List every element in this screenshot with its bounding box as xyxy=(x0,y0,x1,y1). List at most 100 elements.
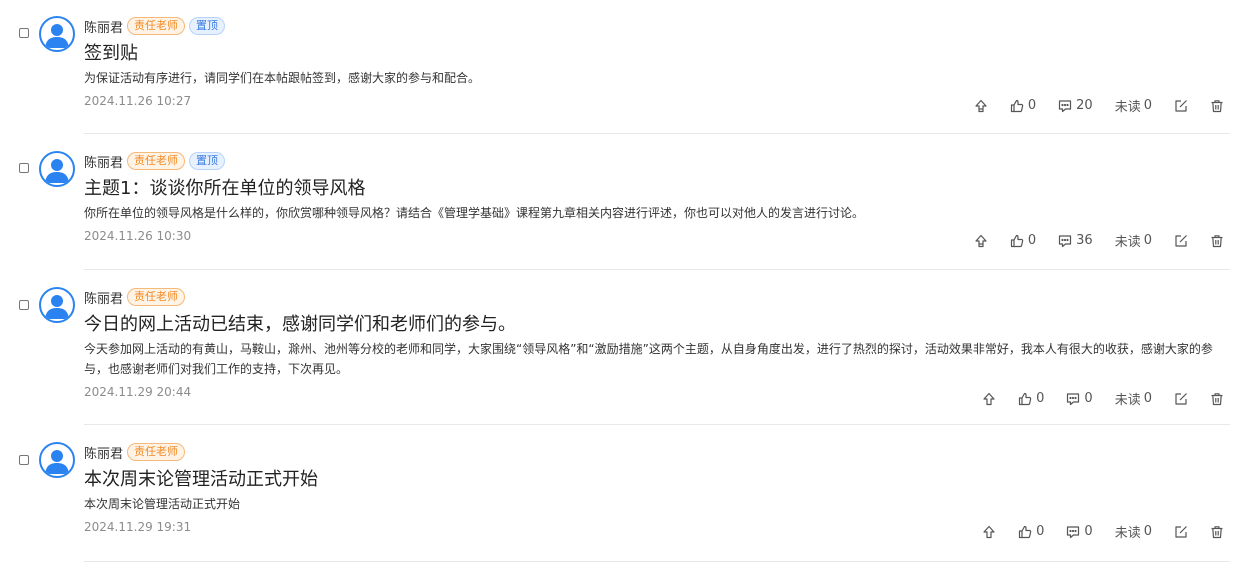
post-item: 陈丽君 责任老师 本次周末论管理活动正式开始 本次周末论管理活动正式开始 202… xyxy=(0,425,1242,562)
teacher-badge: 责任老师 xyxy=(127,288,186,306)
like-count: 0 xyxy=(1027,98,1037,113)
unread-label: 未读 xyxy=(1114,393,1141,408)
post-description: 今天参加网上活动的有黄山，马鞍山，滁州、池州等分校的老师和同学，大家围绕“领导风… xyxy=(84,342,1213,376)
post-list: 陈丽君 责任老师 置顶 签到贴 为保证活动有序进行，请同学们在本帖跟帖签到，感谢… xyxy=(0,0,1242,562)
user-avatar-icon xyxy=(45,159,69,183)
edit-icon xyxy=(1175,234,1187,247)
post-meta: 陈丽君 责任老师 置顶 xyxy=(84,16,1230,36)
like-button[interactable]: 0 xyxy=(1010,98,1036,113)
pin-button[interactable] xyxy=(982,392,996,406)
edit-icon xyxy=(1175,392,1187,405)
pin-top-icon xyxy=(975,99,987,112)
comment-icon xyxy=(1059,234,1072,247)
edit-icon xyxy=(1175,99,1187,112)
unread-label: 未读 xyxy=(1114,100,1141,115)
thumbs-up-icon xyxy=(1010,234,1024,247)
comment-icon xyxy=(1067,525,1080,538)
post-actions: 0 36 未读 0 xyxy=(952,231,1224,250)
pin-button[interactable] xyxy=(974,234,988,248)
thumbs-up-icon xyxy=(1019,392,1032,405)
edit-button[interactable] xyxy=(1174,99,1188,113)
like-count: 0 xyxy=(1027,233,1037,248)
delete-button[interactable] xyxy=(1210,234,1224,248)
post-title[interactable]: 本次周末论管理活动正式开始 xyxy=(84,468,1230,492)
comment-button[interactable]: 36 xyxy=(1058,233,1093,248)
unread-indicator[interactable]: 未读 0 xyxy=(1115,389,1152,408)
comment-count: 36 xyxy=(1076,233,1093,248)
unread-count: 0 xyxy=(1143,391,1152,406)
delete-button[interactable] xyxy=(1210,525,1224,539)
trash-icon xyxy=(1211,99,1223,112)
like-button[interactable]: 0 xyxy=(1018,391,1044,406)
user-avatar-icon xyxy=(45,24,69,48)
author-name[interactable]: 陈丽君 xyxy=(84,288,123,307)
post-description: 为保证活动有序进行，请同学们在本帖跟帖签到，感谢大家的参与和配合。 xyxy=(84,71,481,85)
unread-count: 0 xyxy=(1143,98,1152,113)
pin-button[interactable] xyxy=(982,525,996,539)
pin-top-icon xyxy=(983,525,995,538)
trash-icon xyxy=(1211,234,1223,247)
unread-label: 未读 xyxy=(1114,526,1141,541)
author-name[interactable]: 陈丽君 xyxy=(84,17,123,36)
select-checkbox[interactable] xyxy=(19,163,29,173)
delete-button[interactable] xyxy=(1210,99,1224,113)
unread-indicator[interactable]: 未读 0 xyxy=(1115,522,1152,541)
pin-top-icon xyxy=(983,392,995,405)
post-item: 陈丽君 责任老师 今日的网上活动已结束，感谢同学们和老师们的参与。 今天参加网上… xyxy=(0,270,1242,425)
like-button[interactable]: 0 xyxy=(1010,233,1036,248)
edit-button[interactable] xyxy=(1174,234,1188,248)
comment-button[interactable]: 20 xyxy=(1058,98,1093,113)
comment-button[interactable]: 0 xyxy=(1066,391,1093,406)
teacher-badge: 责任老师 xyxy=(127,152,186,170)
author-name[interactable]: 陈丽君 xyxy=(84,443,123,462)
teacher-badge: 责任老师 xyxy=(127,443,186,461)
comment-icon xyxy=(1067,392,1080,405)
pinned-badge: 置顶 xyxy=(189,17,226,35)
post-title[interactable]: 主题1：谈谈你所在单位的领导风格 xyxy=(84,177,1230,201)
thumbs-up-icon xyxy=(1019,525,1032,538)
trash-icon xyxy=(1211,392,1223,405)
post-actions: 0 20 未读 0 xyxy=(952,96,1224,115)
select-checkbox[interactable] xyxy=(19,455,29,465)
avatar[interactable] xyxy=(39,442,75,478)
trash-icon xyxy=(1211,525,1223,538)
select-checkbox[interactable] xyxy=(19,300,29,310)
edit-button[interactable] xyxy=(1174,392,1188,406)
post-description: 本次周末论管理活动正式开始 xyxy=(84,497,241,511)
unread-indicator[interactable]: 未读 0 xyxy=(1115,231,1152,250)
pin-top-icon xyxy=(975,234,987,247)
post-item: 陈丽君 责任老师 置顶 签到贴 为保证活动有序进行，请同学们在本帖跟帖签到，感谢… xyxy=(0,0,1242,134)
comment-count: 0 xyxy=(1084,524,1093,539)
select-checkbox[interactable] xyxy=(19,28,29,38)
post-description: 你所在单位的领导风格是什么样的，你欣赏哪种领导风格？请结合《管理学基础》课程第九… xyxy=(84,206,865,220)
like-count: 0 xyxy=(1036,524,1045,539)
thumbs-up-icon xyxy=(1010,99,1024,112)
unread-count: 0 xyxy=(1143,524,1152,539)
like-button[interactable]: 0 xyxy=(1018,524,1044,539)
avatar[interactable] xyxy=(39,16,75,52)
user-avatar-icon xyxy=(45,450,69,474)
post-actions: 0 0 未读 0 xyxy=(960,389,1224,408)
pin-button[interactable] xyxy=(974,99,988,113)
unread-label: 未读 xyxy=(1114,235,1141,250)
teacher-badge: 责任老师 xyxy=(127,17,186,35)
post-title[interactable]: 签到贴 xyxy=(84,42,1230,66)
post-actions: 0 0 未读 0 xyxy=(960,522,1224,541)
avatar[interactable] xyxy=(39,287,75,323)
pinned-badge: 置顶 xyxy=(189,152,226,170)
edit-button[interactable] xyxy=(1174,525,1188,539)
post-meta: 陈丽君 责任老师 xyxy=(84,287,1230,307)
comment-button[interactable]: 0 xyxy=(1066,524,1093,539)
unread-indicator[interactable]: 未读 0 xyxy=(1115,96,1152,115)
user-avatar-icon xyxy=(45,295,69,319)
post-item: 陈丽君 责任老师 置顶 主题1：谈谈你所在单位的领导风格 你所在单位的领导风格是… xyxy=(0,134,1242,270)
delete-button[interactable] xyxy=(1210,392,1224,406)
like-count: 0 xyxy=(1036,391,1045,406)
post-title[interactable]: 今日的网上活动已结束，感谢同学们和老师们的参与。 xyxy=(84,313,1230,337)
comment-count: 0 xyxy=(1084,391,1093,406)
author-name[interactable]: 陈丽君 xyxy=(84,152,123,171)
post-meta: 陈丽君 责任老师 置顶 xyxy=(84,151,1230,171)
post-meta: 陈丽君 责任老师 xyxy=(84,442,1230,462)
avatar[interactable] xyxy=(39,151,75,187)
comment-icon xyxy=(1059,99,1072,112)
